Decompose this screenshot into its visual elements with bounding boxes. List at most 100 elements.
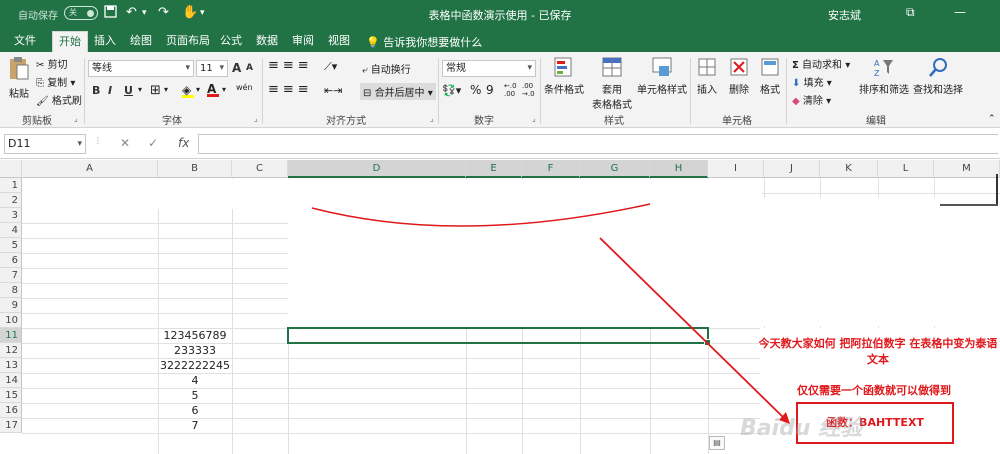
clipboard-group-label: 剪贴板 <box>22 116 52 127</box>
tell-me-search[interactable]: 💡 告诉我你想要做什么 <box>366 34 482 50</box>
font-size-select[interactable]: 11 <box>196 60 228 77</box>
cut-label: 剪切 <box>47 60 68 71</box>
copy-button[interactable]: ⎘ 复制 ▾ <box>36 74 75 89</box>
format-painter-button[interactable]: 🖌 格式刷 <box>36 92 82 107</box>
accounting-format-icon[interactable]: 💱▾ <box>442 84 461 97</box>
indent-icons[interactable]: ⇤⇥ <box>324 84 342 97</box>
cell-styles-label: 单元格样式 <box>637 85 687 96</box>
fill-color-icon[interactable]: ◈ <box>182 83 194 98</box>
annotation-function-text: 仅仅需要一个函数就可以做得到 <box>797 384 951 397</box>
cells-group-label: 单元格 <box>722 116 752 127</box>
tab-insert[interactable]: 插入 <box>88 31 122 52</box>
cut-button[interactable]: ✂ 剪切 <box>36 56 68 71</box>
ribbon-display-icon[interactable]: ⧉ <box>906 5 915 20</box>
separator <box>786 58 787 124</box>
font-name-select[interactable]: 等线 <box>88 60 194 77</box>
increase-decimal-button[interactable]: ←.0 .00 <box>504 82 518 98</box>
phonetic-guide-button[interactable]: wén <box>236 83 253 92</box>
separator <box>262 58 263 124</box>
name-box[interactable]: D11 <box>4 134 86 154</box>
insert-cells-button[interactable]: 插入 <box>692 56 722 96</box>
conditional-formatting-button[interactable]: 条件格式 <box>542 56 586 96</box>
borders-dropdown-icon[interactable]: ▾ <box>164 85 168 94</box>
format-as-table-icon <box>602 57 622 77</box>
format-cells-icon <box>761 58 779 76</box>
formula-input[interactable] <box>198 134 998 154</box>
clear-button[interactable]: ◆ 清除 ▾ <box>792 92 831 107</box>
decrease-decimal-button[interactable]: .00 →.0 <box>522 82 536 98</box>
insert-function-icon[interactable]: fx <box>178 136 189 150</box>
orientation-icon[interactable]: ⟋▾ <box>324 60 337 74</box>
underline-button[interactable]: U <box>124 84 133 97</box>
format-as-table-button[interactable]: 套用 表格格式 <box>588 56 636 111</box>
horizontal-align-icons[interactable]: ≡≡≡ <box>268 82 313 97</box>
styles-group-label: 样式 <box>604 116 624 127</box>
number-launcher-icon[interactable]: ⌟ <box>532 114 536 123</box>
minimize-icon[interactable]: — <box>954 5 966 19</box>
conditional-formatting-icon <box>554 57 572 77</box>
underline-dropdown-icon[interactable]: ▾ <box>138 85 142 94</box>
font-color-dropdown-icon[interactable]: ▾ <box>222 85 226 94</box>
clipboard-launcher-icon[interactable]: ⌟ <box>74 114 78 123</box>
format-painter-label: 格式刷 <box>51 96 82 107</box>
font-color-icon[interactable]: A <box>207 82 219 97</box>
fill-color-dropdown-icon[interactable]: ▾ <box>196 85 200 94</box>
cancel-icon[interactable]: ✕ <box>120 136 130 150</box>
delete-cells-button[interactable]: 删除 <box>724 56 754 96</box>
format-cells-button[interactable]: 格式 <box>756 56 784 96</box>
user-name[interactable]: 安志斌 <box>828 7 861 23</box>
formula-bar: D11 ⋮ ✕ ✓ fx <box>0 129 1000 159</box>
collapse-ribbon-icon[interactable]: ⌃ <box>988 114 996 124</box>
enter-icon[interactable]: ✓ <box>148 136 158 150</box>
tell-me-text: 告诉我你想要做什么 <box>383 36 483 49</box>
alignment-launcher-icon[interactable]: ⌟ <box>430 114 434 123</box>
svg-text:Z: Z <box>874 69 880 78</box>
cell-styles-icon <box>652 57 672 76</box>
tab-view[interactable]: 视图 <box>322 31 356 52</box>
find-select-icon <box>929 58 947 77</box>
font-group-label: 字体 <box>162 116 182 127</box>
insert-cells-icon <box>698 58 716 76</box>
font-launcher-icon[interactable]: ⌟ <box>254 114 258 123</box>
fill-button[interactable]: ⬇ 填充 ▾ <box>792 74 832 89</box>
cell-styles-button[interactable]: 单元格样式 <box>636 56 688 96</box>
paste-label: 粘贴 <box>9 89 29 100</box>
tab-data[interactable]: 数据 <box>250 31 284 52</box>
shrink-font-button[interactable]: A <box>246 63 253 73</box>
ribbon-tabs: 文件 开始 插入 绘图 页面布局 公式 数据 审阅 视图 💡 告诉我你想要做什么 <box>0 28 1000 52</box>
editing-group-label: 编辑 <box>866 116 886 127</box>
grow-font-button[interactable]: A <box>232 61 241 75</box>
number-format-select[interactable]: 常规 <box>442 60 536 77</box>
wrap-text-label: 自动换行 <box>370 65 411 76</box>
tab-review[interactable]: 审阅 <box>286 31 320 52</box>
paste-button[interactable]: 粘贴 <box>6 56 32 100</box>
format-label: 格式 <box>760 85 780 96</box>
phonetic-label: wén <box>236 83 253 92</box>
delete-label: 删除 <box>729 85 749 96</box>
conditional-formatting-label: 条件格式 <box>544 85 584 96</box>
borders-icon[interactable]: ⊞ <box>150 83 161 98</box>
separator <box>690 58 691 124</box>
find-select-button[interactable]: 查找和选择 <box>912 56 964 96</box>
tab-draw[interactable]: 绘图 <box>124 31 158 52</box>
tab-page-layout[interactable]: 页面布局 <box>160 31 216 52</box>
sort-filter-button[interactable]: AZ 排序和筛选 <box>856 56 912 96</box>
tab-home[interactable]: 开始 <box>52 31 88 52</box>
title-bar: 自动保存 关 ↶ ▾ ↷ ✋ ▾ 表格中函数演示使用 - 已保存 安志斌 ⧉ — <box>0 0 1000 28</box>
vertical-align-icons[interactable]: ≡≡≡ <box>268 58 313 73</box>
formula-bar-splitter-icon[interactable]: ⋮ <box>94 136 102 145</box>
percent-button[interactable]: % <box>470 83 481 97</box>
insert-label: 插入 <box>697 85 717 96</box>
sort-filter-label: 排序和筛选 <box>859 85 909 96</box>
bold-button[interactable]: B <box>92 84 100 97</box>
comma-style-button[interactable]: 9 <box>486 83 494 97</box>
tab-formulas[interactable]: 公式 <box>214 31 248 52</box>
format-as-table-label2: 表格格式 <box>592 100 632 111</box>
autosum-button[interactable]: Σ 自动求和 ▾ <box>792 56 850 71</box>
delete-cells-icon <box>730 58 748 76</box>
italic-button[interactable]: I <box>108 84 112 97</box>
merge-center-button[interactable]: ⊟ 合并后居中 ▾ <box>360 83 436 100</box>
wrap-text-button[interactable]: ⤶ 自动换行 <box>362 61 411 76</box>
red-curve <box>311 203 651 227</box>
tab-file[interactable]: 文件 <box>8 31 42 52</box>
